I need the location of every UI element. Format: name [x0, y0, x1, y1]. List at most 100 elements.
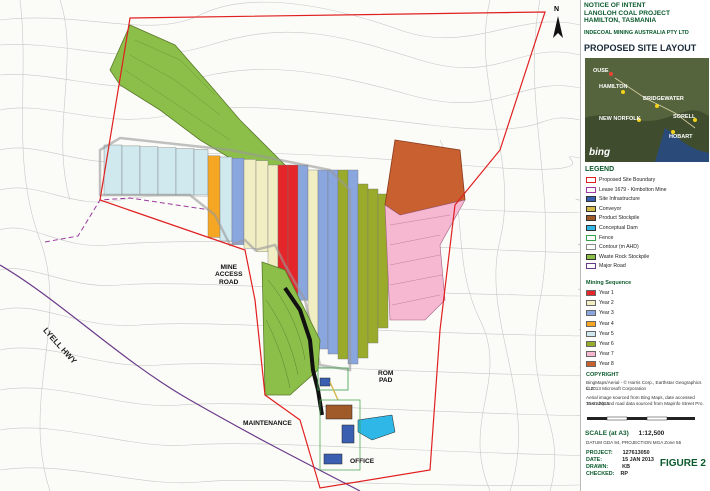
datum-text: DATUM GDA 94, PROJECTION MGA Zone 55 — [586, 440, 682, 445]
location-dot-hamilton — [621, 90, 625, 94]
sequence-label: Year 5 — [599, 330, 614, 337]
legend-swatch — [586, 177, 596, 183]
mining-strip — [139, 146, 159, 196]
legend-label: Major Road — [599, 263, 626, 270]
legend-swatch — [586, 215, 596, 222]
date-row: DATE: 15 JAN 2013 — [586, 457, 654, 463]
header-line-2: LANGLOH COAL PROJECT — [584, 9, 670, 17]
sequence-label: Year 4 — [599, 320, 614, 327]
site-map: MINE ACCESS ROAD ROM PAD MAINTENANCE OFF… — [0, 0, 580, 491]
header-notice: NOTICE OF INTENT LANGLOH COAL PROJECT HA… — [584, 2, 670, 25]
page-title: PROPOSED SITE LAYOUT — [584, 43, 697, 53]
scale-ratio: 1:12,500 — [638, 430, 665, 437]
mining-strip — [337, 169, 349, 360]
north-arrow-icon — [553, 16, 563, 38]
inset-label-hobart: HOBART — [669, 134, 693, 140]
project-row: PROJECT: 127613050 — [586, 450, 650, 456]
inset-label-new-norfolk: NEW NORFOLK — [599, 116, 641, 122]
product-stockpile — [325, 404, 353, 420]
scale-label: SCALE (at A3) 1:12,500 — [585, 430, 664, 437]
header-line-3: HAMILTON, TASMANIA — [584, 17, 657, 25]
sequence-item: Year 6 — [586, 340, 614, 348]
sequence-swatch — [586, 341, 596, 347]
maintenance-label: MAINTENANCE — [243, 420, 292, 427]
inset-label-sorell: SORELL — [673, 114, 696, 120]
sequence-label: Year 7 — [599, 351, 614, 358]
mining-strip — [231, 157, 245, 245]
sequence-item: Year 7 — [586, 350, 614, 358]
sequence-swatch — [586, 310, 596, 317]
legend-item: Product Stockpile — [586, 214, 639, 222]
maintenance-building — [341, 424, 355, 444]
checked-label: CHECKED: — [586, 471, 615, 477]
legend-item: Conceptual Dam — [586, 224, 638, 232]
legend-swatch — [586, 234, 596, 241]
legend-item: Proposed Site Boundary — [586, 176, 655, 184]
date-value: 15 JAN 2013 — [622, 457, 654, 463]
legend-item: Major Road — [586, 262, 626, 270]
sequence-item: Year 5 — [586, 330, 614, 338]
drawn-label: DRAWN: — [586, 464, 609, 470]
project-label: PROJECT: — [586, 450, 613, 456]
company-name: INDECOAL MINING AUSTRALIA PTY LTD — [584, 30, 689, 36]
legend-label: Fence — [599, 234, 614, 241]
north-arrow: N — [549, 6, 567, 40]
sequence-swatch — [586, 330, 596, 337]
sequence-item: Year 3 — [586, 309, 614, 317]
mining-strip — [317, 169, 329, 350]
legend-item: Contour (m AHD) — [586, 243, 639, 251]
mine-access-road-label: MINE ACCESS ROAD — [215, 264, 243, 286]
checked-value: RP — [620, 471, 628, 477]
mining-strip — [243, 159, 257, 249]
location-inset-map: OUSE HAMILTON BRIDGEWATER NEW NORFOLK SO… — [585, 58, 709, 162]
header-line-1: NOTICE OF INTENT — [584, 2, 646, 9]
checked-row: CHECKED: RP — [586, 471, 628, 477]
legend-item: Lease 1679 - Kimbolton Mine — [586, 186, 666, 194]
sequence-label: Year 6 — [599, 341, 614, 347]
lease-boundary — [44, 197, 211, 243]
copyright-line-2: © 2013 Microsoft Corporation — [586, 386, 647, 391]
map-canvas — [0, 0, 580, 491]
inset-label-ouse: OUSE — [593, 68, 609, 74]
mining-strip — [103, 144, 123, 196]
legend-label: Site Infrastructure — [599, 196, 640, 203]
drawn-value: KB — [622, 464, 630, 470]
figure-number: FIGURE 2 — [659, 458, 706, 469]
sequence-label: Year 8 — [599, 361, 614, 368]
sequence-swatch — [586, 351, 596, 358]
legend-label: Contour (m AHD) — [599, 244, 639, 251]
sequence-swatch — [586, 300, 596, 307]
legend-label: Conveyor — [599, 205, 622, 212]
legend-item: Waste Rock Stockpile — [586, 253, 649, 261]
bing-logo: bing — [589, 147, 611, 158]
legend-swatch — [586, 186, 596, 193]
sequence-item: Year 2 — [586, 299, 614, 307]
mining-strip — [175, 148, 195, 196]
conveyor-line — [329, 381, 339, 401]
sequence-swatch — [586, 320, 596, 327]
legend-swatch — [586, 225, 596, 231]
rom-pad-label: ROM PAD — [378, 370, 394, 385]
legend-swatch — [586, 244, 596, 251]
date-label: DATE: — [586, 457, 603, 463]
inset-label-bridgewater: BRIDGEWATER — [643, 96, 684, 102]
mining-strip — [367, 188, 379, 344]
mining-strip — [297, 164, 309, 301]
sequence-label: Year 1 — [599, 290, 614, 296]
legend-panel: NOTICE OF INTENT LANGLOH COAL PROJECT HA… — [580, 0, 710, 491]
mining-strip — [207, 155, 221, 238]
drawn-row: DRAWN: KB — [586, 464, 630, 470]
conceptual-dam — [357, 414, 396, 441]
legend-item: Fence — [586, 234, 613, 242]
sequence-item: Year 4 — [586, 320, 614, 328]
mining-strip — [255, 160, 269, 253]
scale-bar — [587, 416, 695, 421]
location-dot-bridgewater — [655, 104, 659, 108]
legend-heading: LEGEND — [585, 166, 615, 173]
sequence-swatch — [586, 361, 596, 368]
legend-label: Lease 1679 - Kimbolton Mine — [599, 186, 667, 193]
sequence-item: Year 8 — [586, 360, 614, 368]
mining-strip — [193, 149, 209, 196]
legend-swatch — [586, 263, 596, 270]
sequence-item: Year 1 — [586, 289, 614, 297]
